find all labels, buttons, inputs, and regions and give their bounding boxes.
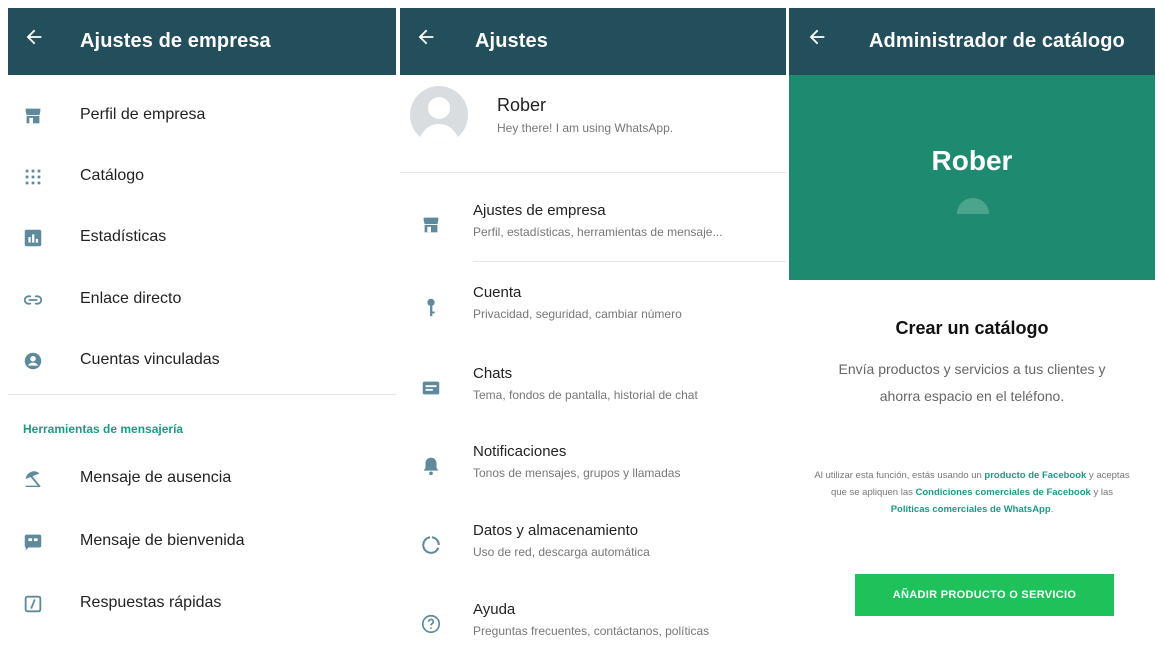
beach-umbrella-icon (25, 471, 41, 488)
menu-item-catalog[interactable]: Catálogo (8, 157, 396, 197)
settings-item-chats[interactable]: Chats Tema, fondos de pantalla, historia… (400, 363, 786, 415)
catalog-description-line-2: ahorra espacio en el teléfono. (879, 388, 1065, 404)
profile-name: Rober (497, 95, 547, 115)
catalog-description-line-1: Envía productos y servicios a tus client… (838, 361, 1106, 377)
page-title: Ajustes (475, 30, 548, 52)
menu-item-direct-link[interactable]: Enlace directo (8, 280, 396, 320)
settings-item-title: Chats (473, 365, 513, 382)
section-divider (8, 394, 396, 395)
add-product-button[interactable]: AÑADIR PRODUCTO O SERVICIO (855, 574, 1114, 616)
menu-item-label: Perfil de empresa (80, 106, 206, 123)
back-arrow-icon[interactable] (23, 26, 45, 48)
whatsapp-policies-link[interactable]: Políticas comerciales de WhatsApp (891, 504, 1051, 515)
account-circle-icon (24, 352, 42, 370)
settings-item-help[interactable]: Ayuda Preguntas frecuentes, contáctanos,… (400, 599, 786, 651)
settings-item-title: Cuenta (473, 284, 522, 301)
grid-icon (25, 169, 41, 185)
menu-item-label: Enlace directo (80, 290, 182, 307)
settings-item-title: Datos y almacenamiento (473, 522, 639, 539)
data-usage-icon (422, 536, 440, 554)
chat-icon (422, 381, 440, 395)
menu-item-label: Mensaje de ausencia (80, 469, 232, 486)
facebook-product-link[interactable]: producto de Facebook (984, 470, 1086, 481)
app-bar: Ajustes (400, 8, 786, 75)
link-icon (23, 295, 43, 305)
menu-item-business-profile[interactable]: Perfil de empresa (8, 96, 396, 136)
settings-item-subtitle: Preguntas frecuentes, contáctanos, polít… (473, 624, 710, 638)
settings-item-subtitle: Privacidad, seguridad, cambiar número (473, 307, 682, 321)
menu-item-quick-replies[interactable]: Respuestas rápidas (8, 584, 396, 624)
legal-text: Al utilizar esta función, estás usando u… (814, 470, 985, 481)
profile-row[interactable]: Rober Hey there! I am using WhatsApp. (400, 75, 786, 170)
legal-text: . (1050, 504, 1054, 515)
menu-item-statistics[interactable]: Estadísticas (8, 218, 396, 258)
menu-item-label: Respuestas rápidas (80, 594, 222, 611)
menu-item-label: Cuentas vinculadas (80, 351, 220, 368)
business-settings-screen: Ajustes de empresa Perfil de empresa Cat… (8, 8, 396, 651)
settings-item-subtitle: Uso de red, descarga automática (473, 545, 650, 559)
welcome-message-icon (24, 534, 42, 551)
settings-item-account[interactable]: Cuenta Privacidad, seguridad, cambiar nú… (400, 282, 786, 334)
settings-item-title: Notificaciones (473, 443, 567, 460)
settings-item-data-storage[interactable]: Datos y almacenamiento Uso de red, desca… (400, 520, 786, 572)
menu-item-linked-accounts[interactable]: Cuentas vinculadas (8, 341, 396, 381)
profile-divider (400, 172, 786, 173)
catalog-heading: Crear un catálogo (895, 318, 1049, 338)
profile-status: Hey there! I am using WhatsApp. (497, 121, 674, 135)
settings-item-notifications[interactable]: Notificaciones Tonos de mensajes, grupos… (400, 441, 786, 493)
settings-item-business[interactable]: Ajustes de empresa Perfil, estadísticas,… (400, 200, 786, 252)
back-arrow-icon[interactable] (806, 26, 828, 48)
settings-item-title: Ayuda (473, 601, 516, 618)
settings-screen: Ajustes Rober Hey there! I am using What… (400, 8, 786, 651)
help-icon (421, 614, 441, 634)
settings-item-title: Ajustes de empresa (473, 202, 606, 219)
menu-item-welcome-message[interactable]: Mensaje de bienvenida (8, 522, 396, 562)
catalog-banner: Rober (789, 75, 1155, 280)
settings-item-subtitle: Tonos de mensajes, grupos y llamadas (473, 466, 681, 480)
bell-icon (423, 457, 439, 476)
settings-item-subtitle: Perfil, estadísticas, herramientas de me… (473, 225, 723, 239)
item-divider (473, 261, 786, 262)
settings-item-subtitle: Tema, fondos de pantalla, historial de c… (473, 388, 698, 402)
app-bar: Ajustes de empresa (8, 8, 396, 75)
catalog-manager-screen: Administrador de catálogo Rober Crear un… (789, 8, 1155, 651)
menu-item-label: Catálogo (80, 167, 145, 184)
page-title: Ajustes de empresa (80, 30, 271, 52)
screenshot-composite: Ajustes de empresa Perfil de empresa Cat… (0, 0, 1164, 651)
store-icon (25, 108, 41, 124)
menu-item-away-message[interactable]: Mensaje de ausencia (8, 459, 396, 499)
store-icon (423, 217, 439, 233)
page-title: Administrador de catálogo (869, 30, 1125, 52)
menu-item-label: Mensaje de bienvenida (80, 532, 245, 549)
legal-text: y las (1090, 487, 1113, 498)
quick-reply-icon (24, 595, 42, 613)
default-avatar-icon (418, 97, 460, 144)
back-arrow-icon[interactable] (415, 26, 437, 48)
bar-chart-icon (24, 229, 42, 247)
business-name: Rober (931, 145, 1013, 176)
legal-notice: Al utilizar esta función, estás usando u… (811, 467, 1133, 518)
section-title: Herramientas de mensajería (23, 422, 184, 436)
app-bar: Administrador de catálogo (789, 8, 1155, 75)
menu-item-label: Estadísticas (80, 228, 167, 245)
facebook-terms-link[interactable]: Condiciones comerciales de Facebook (916, 487, 1091, 498)
key-icon (427, 298, 435, 317)
profile-placeholder-icon (957, 198, 989, 214)
avatar[interactable] (410, 86, 468, 144)
